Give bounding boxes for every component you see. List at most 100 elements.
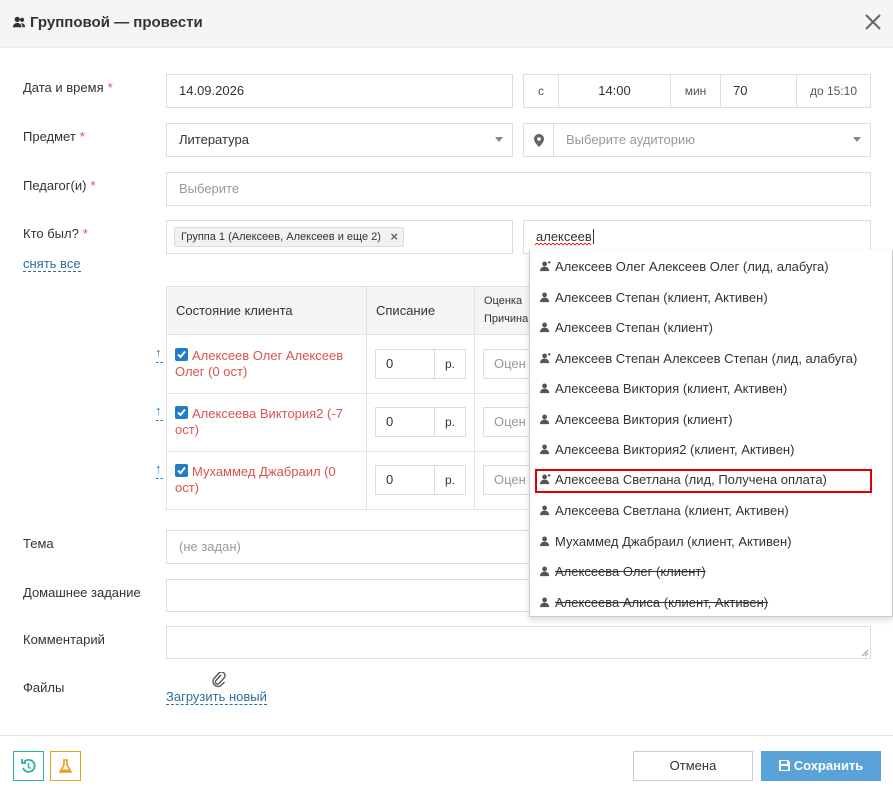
deselect-all-link[interactable]: снять все [23, 256, 81, 272]
date-label: Дата и время * [23, 80, 113, 95]
dropdown-item[interactable]: Алексеева Олег (клиент) [530, 558, 892, 586]
dropdown-item[interactable]: Мухаммед Джабраил (клиент, Активен) [530, 528, 892, 556]
comment-textarea[interactable] [166, 626, 871, 659]
column-header: Оценка [484, 295, 523, 307]
column-header: Списание [376, 303, 436, 318]
dropdown-item-label: Алексеева Виктория (клиент, Активен) [555, 381, 788, 396]
dropdown-item[interactable]: Алексеева Алиса (клиент, Активен) [530, 589, 892, 617]
beaker-icon [58, 759, 73, 773]
footer-divider [0, 735, 893, 736]
dropdown-item[interactable]: Алексеева Виктория (клиент, Активен) [530, 375, 892, 403]
floppy-disk-icon [778, 760, 790, 771]
lead-icon [540, 352, 551, 363]
client-icon [540, 292, 550, 302]
restore-button[interactable] [13, 751, 44, 781]
spellcheck-underline [535, 243, 592, 246]
remove-tag-icon[interactable]: × [390, 228, 398, 246]
dropdown-item-label: Алексеева Алиса (клиент, Активен) [555, 594, 769, 610]
dropdown-item-label: Алексеев Степан Алексеев Степан (лид, ал… [555, 350, 858, 366]
upload-new-link[interactable]: Загрузить новый [166, 689, 267, 705]
move-up-icon[interactable]: ↑ [155, 346, 163, 363]
room-select[interactable]: Выберите аудиторию [553, 123, 871, 157]
currency-label: р. [435, 465, 466, 495]
test-button[interactable] [50, 751, 81, 781]
dropdown-item-label: Алексеева Светлана (лид, Получена оплата… [555, 471, 827, 487]
minutes-label: мин [670, 74, 721, 108]
dialog-title: Групповой — провести [30, 14, 203, 31]
subject-select-value: Литература [179, 132, 249, 147]
group-icon [12, 16, 26, 28]
column-divider [366, 287, 367, 509]
client-search-input[interactable]: алексеев [523, 220, 871, 254]
charge-input[interactable]: 0 [375, 349, 435, 379]
dropdown-item[interactable]: Алексеева Светлана (лид, Получена оплата… [535, 468, 872, 493]
client-icon [540, 505, 550, 516]
dropdown-item[interactable]: Алексеева Виктория (клиент) [530, 406, 892, 434]
resize-handle-icon[interactable] [861, 649, 869, 657]
location-icon-box [523, 123, 554, 157]
dropdown-item[interactable]: Алексеева Виктория2 (клиент, Активен) [530, 436, 892, 464]
save-button[interactable]: Сохранить [761, 751, 881, 781]
dropdown-item-label: Алексеева Олег (клиент) [555, 564, 706, 579]
close-icon[interactable] [862, 11, 884, 33]
client-name[interactable]: Алексеева Виктория2 (-7 ост) [175, 406, 350, 438]
dropdown-item-label: Мухаммед Джабраил (клиент, Активен) [555, 533, 792, 549]
cancel-button[interactable]: Отмена [633, 751, 753, 781]
homework-label: Домашнее задание [23, 585, 141, 600]
client-name[interactable]: Мухаммед Джабраил (0 ост) [175, 464, 350, 496]
dropdown-item[interactable]: Алексеев Степан (клиент) [530, 314, 892, 342]
dropdown-item-label: Алексеева Виктория (клиент) [555, 411, 733, 427]
currency-label: р. [435, 349, 466, 379]
duration-input[interactable]: 70 [720, 74, 797, 108]
chevron-down-icon [853, 137, 861, 142]
client-search-dropdown: Алексеев Олег Алексеев Олег (лид, алабуг… [529, 250, 893, 617]
client-icon [540, 383, 550, 394]
chevron-down-icon [495, 137, 503, 142]
dropdown-item[interactable]: Алексеев Степан (клиент, Активен) [530, 284, 892, 312]
time-input[interactable]: 14:00 [558, 74, 671, 108]
lead-icon [540, 261, 551, 272]
dropdown-item[interactable]: Алексеева Светлана (клиент, Активен) [530, 497, 892, 525]
client-icon [540, 414, 550, 424]
client-name[interactable]: Алексеев Олег Алексеев Олег (0 ост) [175, 348, 350, 380]
map-pin-icon [533, 134, 544, 147]
topic-label: Тема [23, 536, 54, 551]
subject-select[interactable]: Литература [166, 123, 513, 157]
charge-input[interactable]: 0 [375, 407, 435, 437]
column-header: Причина [484, 313, 529, 325]
date-input[interactable]: 14.09.2026 [166, 74, 513, 108]
dropdown-item-label: Алексеев Олег Алексеев Олег (лид, алабуг… [555, 259, 829, 274]
comment-label: Комментарий [23, 632, 105, 647]
currency-label: р. [435, 407, 466, 437]
end-time-text: до 15:10 [796, 74, 871, 108]
client-icon [540, 536, 550, 546]
client-icon [540, 597, 550, 607]
group-tag: Группа 1 (Алексеев, Алексеев и еще 2) × [174, 227, 404, 247]
paperclip-icon [212, 672, 226, 688]
row-divider [167, 451, 535, 452]
subject-label: Предмет * [23, 129, 85, 144]
table-header: Состояние клиента Списание Оценка Причин… [167, 287, 535, 335]
move-up-icon[interactable]: ↑ [155, 404, 163, 421]
dropdown-item-label: Алексеев Степан (клиент) [555, 320, 713, 335]
files-label: Файлы [23, 680, 65, 695]
teacher-label: Педагог(и) * [23, 178, 96, 193]
restore-icon [21, 758, 36, 773]
dropdown-item[interactable]: Алексеев Олег Алексеев Олег (лид, алабуг… [530, 253, 892, 281]
column-header: Состояние клиента [176, 303, 293, 318]
who-label: Кто был? * [23, 226, 88, 241]
teacher-select[interactable]: Выберите [166, 172, 871, 206]
client-icon [540, 566, 550, 577]
dropdown-item-label: Алексеев Степан (клиент, Активен) [555, 289, 768, 305]
dropdown-item-label: Алексеева Виктория2 (клиент, Активен) [555, 442, 795, 457]
move-up-icon[interactable]: ↑ [155, 462, 163, 479]
dropdown-item-label: Алексеева Светлана (клиент, Активен) [555, 503, 789, 518]
dropdown-item[interactable]: Алексеев Степан Алексеев Степан (лид, ал… [530, 345, 892, 373]
client-icon [540, 444, 550, 455]
dialog-header: Групповой — провести [0, 0, 893, 48]
client-icon [540, 322, 550, 333]
charge-input[interactable]: 0 [375, 465, 435, 495]
lead-icon [540, 473, 551, 484]
row-divider [167, 393, 535, 394]
column-divider [474, 287, 475, 509]
